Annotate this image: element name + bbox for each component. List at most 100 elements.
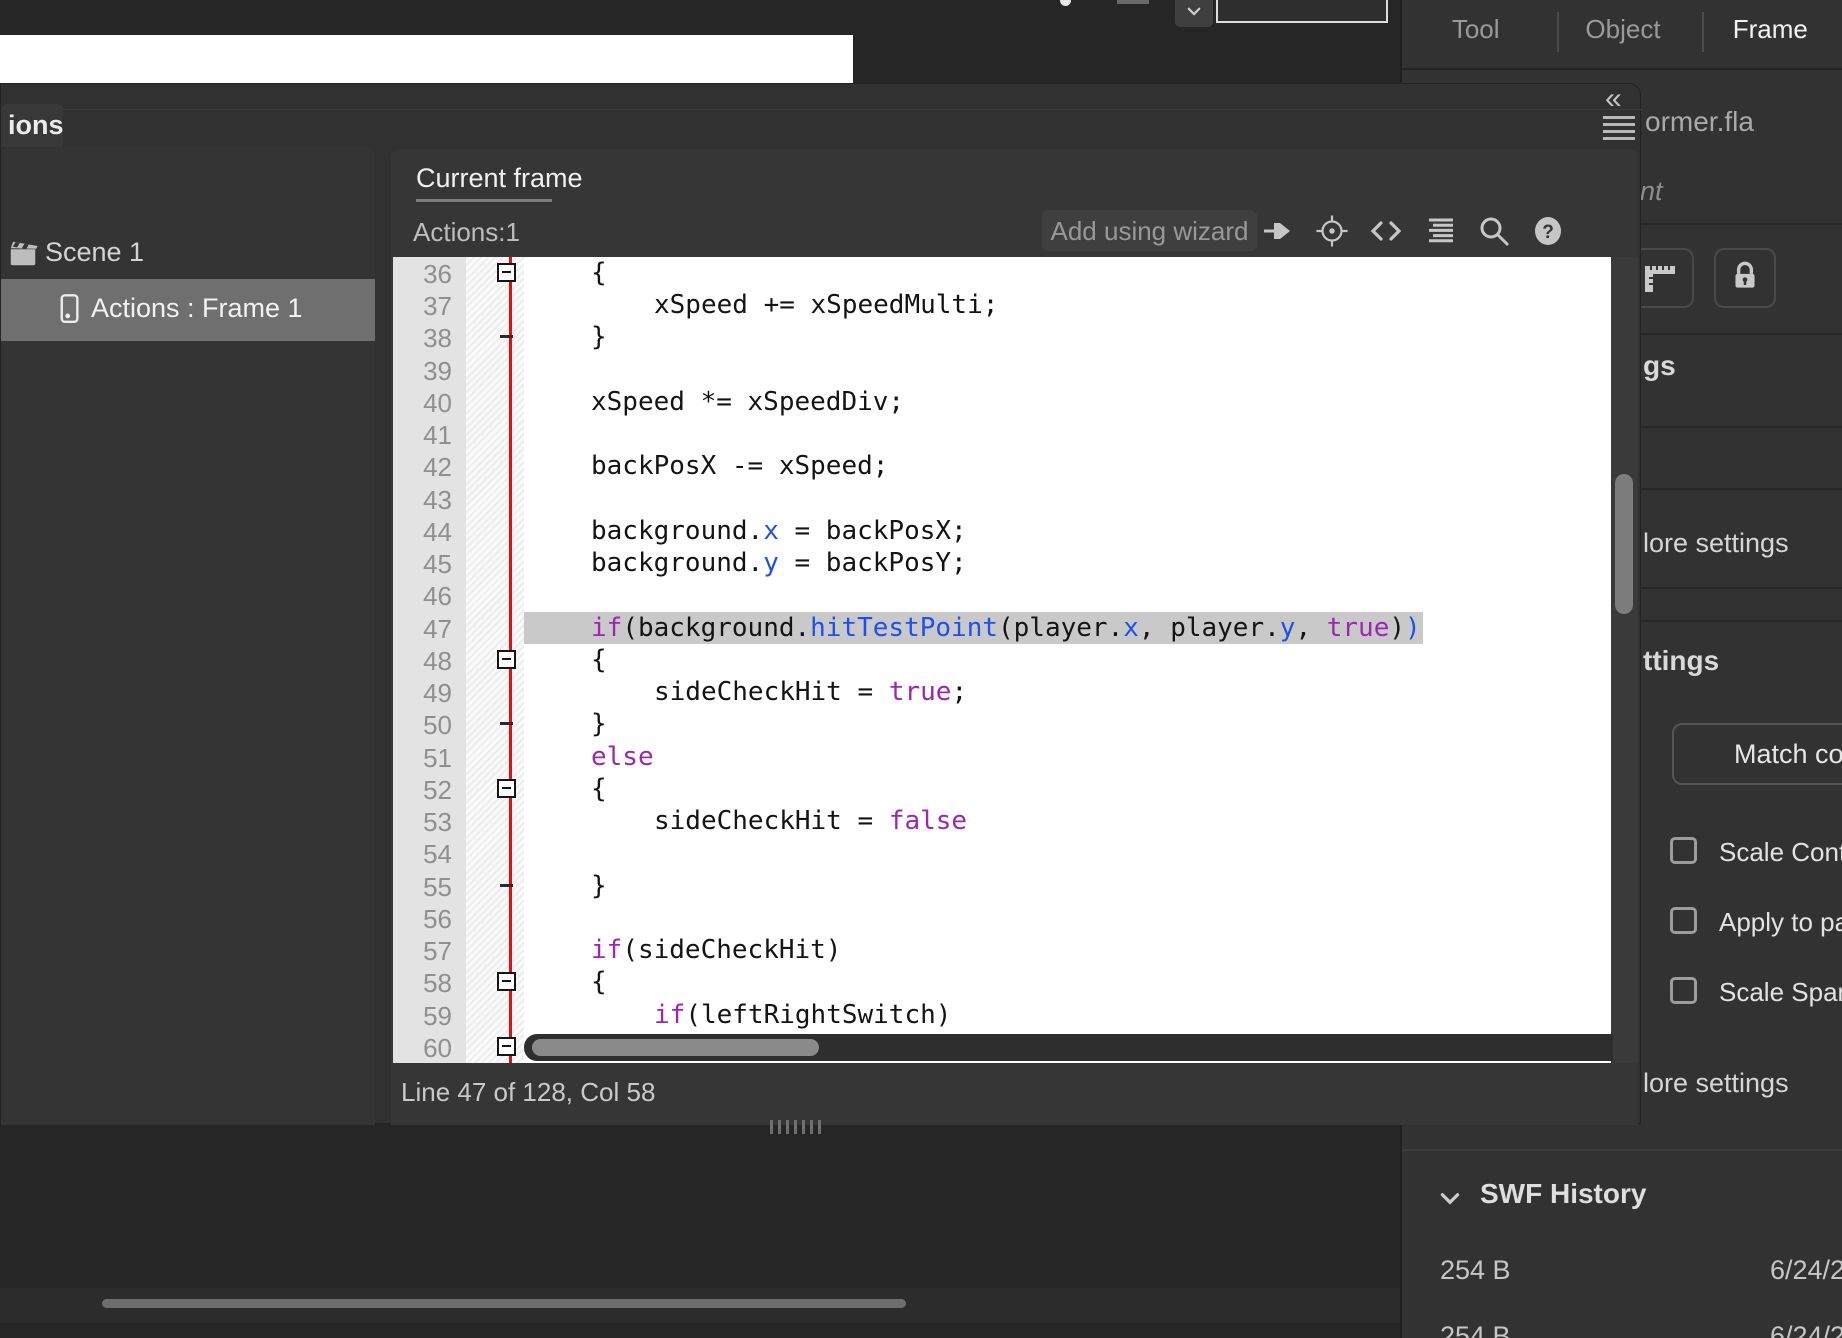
pin-icon[interactable] xyxy=(1259,212,1297,250)
collapse-panel-button[interactable]: « xyxy=(1605,82,1622,116)
match-contents-label: Match cor xyxy=(1734,739,1842,769)
line-number: 43 xyxy=(423,484,452,515)
actions-panel: « ions Scene 1 Actions : Frame 1 Current … xyxy=(0,82,1642,1125)
navigator-item[interactable]: Scene 1 xyxy=(1,225,375,282)
code-vertical-scrollbar[interactable] xyxy=(1611,257,1638,1063)
panel-resize-grip[interactable] xyxy=(770,1120,821,1134)
fold-end-marker xyxy=(500,722,513,726)
line-number: 58 xyxy=(423,968,452,999)
swf-history-date: 6/24/2 xyxy=(1770,1255,1842,1285)
editor-toolbar: ? xyxy=(1259,211,1567,251)
line-number: 49 xyxy=(423,678,452,709)
panel-menu-icon[interactable] xyxy=(1603,116,1635,144)
code-line: background.x = backPosX; xyxy=(591,515,967,546)
line-number: 42 xyxy=(423,452,452,483)
document-name: ormer.fla xyxy=(1645,106,1754,137)
script-navigator: Scene 1 Actions : Frame 1 xyxy=(1,147,375,1125)
line-number: 41 xyxy=(423,420,452,451)
fold-collapse-marker[interactable] xyxy=(497,263,516,282)
line-number: 60 xyxy=(423,1032,452,1063)
scrollbar-thumb[interactable] xyxy=(532,1039,819,1056)
fold-collapse-marker[interactable] xyxy=(497,972,516,992)
code-line: } xyxy=(591,709,607,740)
help-icon[interactable]: ? xyxy=(1529,212,1567,250)
checkbox-2[interactable] xyxy=(1670,907,1697,934)
toolbar-fragment xyxy=(1117,0,1149,4)
section-heading-settings: ttings xyxy=(1643,645,1720,676)
line-number: 50 xyxy=(423,710,452,741)
fold-end-marker xyxy=(500,335,513,339)
add-using-wizard-button[interactable]: Add using wizard xyxy=(1042,210,1257,251)
line-number: 44 xyxy=(423,516,452,547)
line-number: 52 xyxy=(423,774,452,805)
lock-button[interactable] xyxy=(1714,248,1776,308)
scrollbar-thumb[interactable] xyxy=(1615,474,1633,614)
code-line: sideCheckHit = false xyxy=(654,806,968,837)
code-brackets-icon[interactable] xyxy=(1367,212,1405,250)
match-contents-button[interactable]: Match cor xyxy=(1672,723,1842,785)
checkbox-1[interactable] xyxy=(1670,837,1697,864)
navigator-item-label: Actions : Frame 1 xyxy=(91,293,303,323)
tab-separator xyxy=(1702,12,1704,52)
code-line: } xyxy=(591,322,607,353)
tab-tool[interactable]: Tool xyxy=(1402,0,1549,68)
code-line: { xyxy=(591,967,607,998)
lock-icon xyxy=(1727,258,1763,299)
svg-text:?: ? xyxy=(1542,222,1554,243)
tab-object[interactable]: Object xyxy=(1549,0,1696,68)
swf-history-date: 6/24/2 xyxy=(1770,1321,1842,1338)
line-number: 36 xyxy=(423,259,452,289)
actions-panel-tab[interactable]: ions xyxy=(1,104,64,147)
swf-history-collapse[interactable] xyxy=(1437,1185,1463,1211)
code-editor[interactable]: 36 {37 xSpeed += xSpeedMulti; 38} 39 40 xSpeed… xyxy=(393,257,1613,1063)
code-line: if(leftRightSwitch) xyxy=(654,999,952,1030)
wizard-button-label: Add using wizard xyxy=(1050,216,1249,246)
timeline-horizontal-scrollbar[interactable] xyxy=(102,1299,906,1308)
line-number: 40 xyxy=(423,387,452,418)
toolbar-dropdown-button[interactable] xyxy=(1175,0,1213,27)
panel-divider xyxy=(1,109,1642,110)
checkbox-label: Scale Spans xyxy=(1719,977,1842,1007)
code-line: xSpeed += xSpeedMulti; xyxy=(654,290,999,321)
editor-title: Current frame xyxy=(416,163,583,193)
fold-collapse-marker[interactable] xyxy=(497,649,516,669)
line-number: 37 xyxy=(423,291,452,322)
format-code-icon[interactable] xyxy=(1421,212,1459,250)
more-settings-link[interactable]: lore settings xyxy=(1643,528,1789,559)
swf-history-size: 254 B xyxy=(1440,1255,1511,1285)
document-subtitle: nt xyxy=(1640,176,1663,206)
checkbox-3[interactable] xyxy=(1670,977,1697,1004)
target-crosshair-icon[interactable] xyxy=(1313,212,1351,250)
line-number: 46 xyxy=(423,581,452,612)
line-number: 57 xyxy=(423,936,452,967)
search-icon[interactable] xyxy=(1475,212,1513,250)
code-line: { xyxy=(591,258,607,288)
fold-collapse-marker[interactable] xyxy=(497,1036,516,1056)
editor-target-label: Actions:1 xyxy=(413,217,520,247)
line-number: 45 xyxy=(423,549,452,580)
line-number: 56 xyxy=(423,903,452,934)
fold-end-marker xyxy=(500,883,513,887)
line-number: 54 xyxy=(423,839,452,870)
code-horizontal-scrollbar[interactable] xyxy=(524,1034,1613,1061)
tab-separator xyxy=(1557,12,1559,52)
line-number: 38 xyxy=(423,323,452,354)
code-line: else xyxy=(591,741,654,772)
checkbox-label: Apply to pa xyxy=(1719,907,1842,937)
more-settings-link-2[interactable]: lore settings xyxy=(1643,1068,1789,1099)
properties-tabs: Tool Object Frame xyxy=(1402,0,1842,70)
clapperboard-icon xyxy=(7,237,39,269)
tab-frame[interactable]: Frame xyxy=(1697,0,1842,68)
script-page-icon xyxy=(59,293,81,327)
fold-collapse-marker[interactable] xyxy=(497,778,516,798)
code-line: xSpeed *= xSpeedDiv; xyxy=(591,386,905,417)
record-dot-icon xyxy=(1060,0,1071,6)
toolbar-field-fragment[interactable] xyxy=(1216,0,1388,23)
navigator-item[interactable]: Actions : Frame 1 xyxy=(1,279,375,341)
editor-title-underline xyxy=(416,199,552,202)
code-line: background.y = backPosY; xyxy=(591,548,967,579)
corner-ruler-icon xyxy=(1643,258,1679,299)
script-editor-pane: Current frame Actions:1 Add using wizard… xyxy=(391,149,1638,1125)
code-line: sideCheckHit = true; xyxy=(654,677,968,708)
section-divider xyxy=(1402,1149,1842,1151)
